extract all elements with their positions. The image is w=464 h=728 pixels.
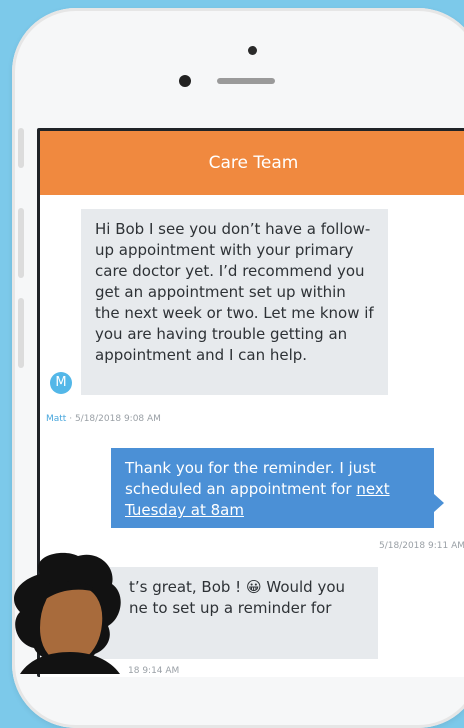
message-timestamp: 18 9:14 AM <box>128 666 179 676</box>
outgoing-message-bubble: Thank you for the reminder. I just sched… <box>111 448 444 528</box>
front-camera <box>179 75 191 87</box>
page-title: Care Team <box>208 153 299 173</box>
sensor-dot <box>248 46 257 55</box>
meta-separator: · <box>66 414 75 424</box>
timestamp-text: 18 9:14 AM <box>128 666 180 676</box>
avatar[interactable]: M <box>50 372 72 394</box>
avatar-initial: M <box>55 375 67 390</box>
app-header: Care Team <box>40 131 464 195</box>
author-name[interactable]: Matt <box>46 414 66 424</box>
volume-up-button <box>18 208 24 278</box>
mute-switch <box>18 128 24 168</box>
message-text-line: t’s great, Bob ! 😀 Would you <box>129 578 346 596</box>
message-timestamp: 5/18/2018 9:08 AM <box>74 414 161 424</box>
message-meta: Matt · 5/18/2018 9:08 AM <box>46 414 161 424</box>
message-text-line: ne to set up a reminder for <box>129 599 332 617</box>
incoming-message-bubble: Hi Bob I see you don’t have a follow-up … <box>81 209 388 395</box>
message-text: Thank you for the reminder. I just sched… <box>125 459 376 498</box>
message-timestamp: 5/18/2018 9:11 AM <box>379 541 464 551</box>
volume-down-button <box>18 298 24 368</box>
earpiece-speaker <box>217 78 275 84</box>
care-agent-avatar <box>13 552 121 674</box>
timestamp-text: 5/18/2018 9:11 AM <box>378 541 464 551</box>
message-text: Hi Bob I see you don’t have a follow-up … <box>95 220 374 364</box>
